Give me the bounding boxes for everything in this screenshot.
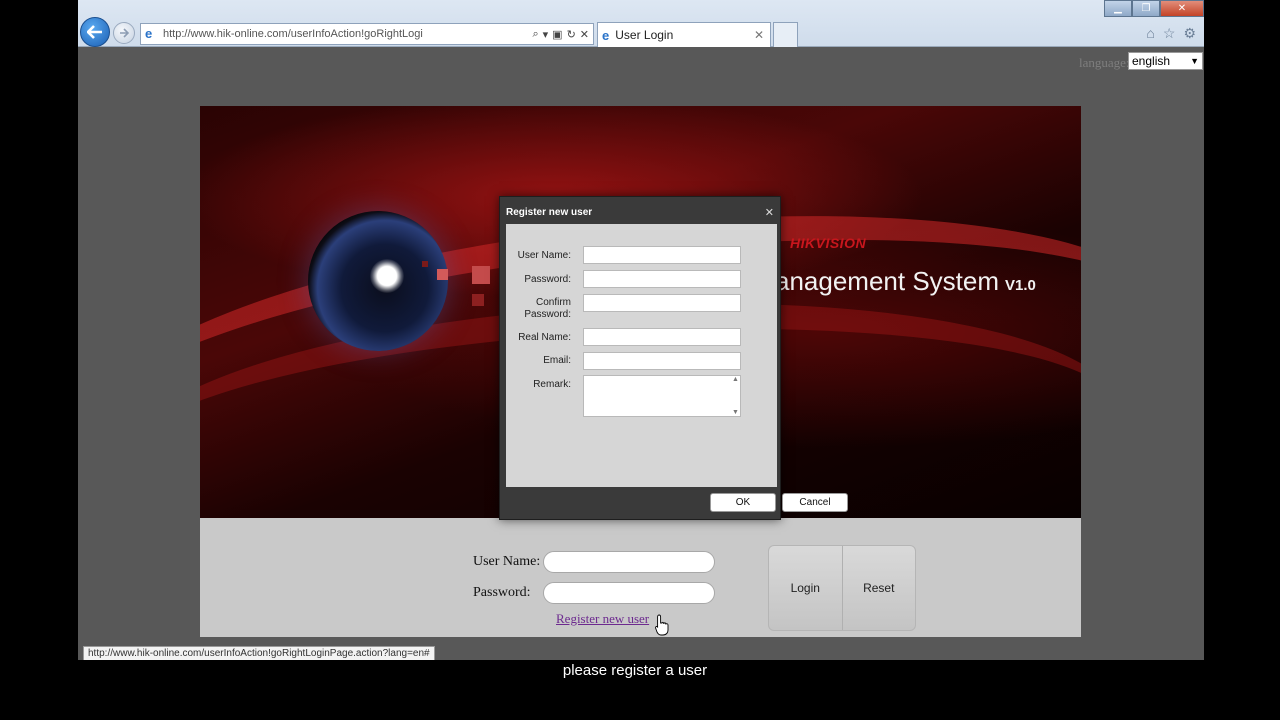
forward-button[interactable] [113, 22, 135, 44]
confirm-field-label: Confirm Password: [524, 297, 571, 321]
language-label: language: [1079, 55, 1130, 70]
hand-cursor-icon [655, 614, 669, 636]
search-icon[interactable]: ⌕ [532, 28, 538, 41]
minimize-button[interactable]: ▁ [1104, 0, 1132, 17]
restore-button[interactable]: ❐ [1132, 0, 1160, 17]
dropdown-arrow-icon: ▼ [1190, 56, 1199, 66]
close-icon[interactable]: ✕ [765, 206, 774, 219]
register-link[interactable]: Register new user [556, 611, 649, 627]
lens-highlight [370, 259, 404, 293]
password-field-label: Password: [524, 274, 571, 285]
remark-scrollbar[interactable]: ▲ ▼ [731, 376, 740, 416]
cancel-button[interactable]: Cancel [782, 493, 848, 512]
gear-icon[interactable]: ⚙ [1183, 25, 1196, 42]
decor-square [472, 294, 484, 306]
register-remark-textarea[interactable]: ▲ ▼ [583, 375, 741, 417]
register-realname-input[interactable] [583, 328, 741, 346]
register-password-input[interactable] [583, 270, 741, 288]
username-label: User Name: [473, 554, 541, 569]
language-value: english [1132, 54, 1171, 68]
dialog-title: Register new user [506, 207, 593, 218]
arrow-left-icon [87, 25, 102, 39]
register-confirm-password-input[interactable] [583, 294, 741, 312]
login-button[interactable]: Login [769, 546, 843, 630]
system-title: anagement System V1.0 [775, 266, 1036, 297]
register-username-input[interactable] [583, 246, 741, 264]
compatibility-icon[interactable]: ▣ [552, 28, 562, 41]
hikvision-logo: HIKVISION [790, 235, 867, 251]
new-tab-button[interactable] [773, 22, 798, 47]
realname-field-label: Real Name: [518, 332, 571, 343]
ie-icon: e [602, 27, 610, 43]
register-email-input[interactable] [583, 352, 741, 370]
video-caption: please register a user [562, 662, 708, 679]
password-input[interactable] [543, 582, 715, 604]
close-tab-icon[interactable]: ✕ [754, 28, 764, 42]
browser-window: e http://www.hik-online.com/userInfoActi… [78, 0, 1204, 660]
confirm-label-line2: Password: [524, 309, 571, 320]
confirm-label-line1: Confirm [535, 297, 571, 308]
address-url[interactable]: http://www.hik-online.com/userInfoAction… [163, 28, 528, 40]
chevron-down-icon[interactable]: ▾ [543, 28, 549, 41]
login-panel: User Name: Password: Register new user L… [200, 518, 1081, 637]
language-select[interactable]: english ▼ [1128, 52, 1203, 70]
window-close-button[interactable]: ✕ [1160, 0, 1204, 17]
home-icon[interactable]: ⌂ [1146, 25, 1154, 42]
register-dialog: Register new user ✕ User Name: Password:… [499, 196, 848, 520]
email-field-label: Email: [543, 355, 571, 366]
decor-square [472, 266, 490, 284]
password-label: Password: [473, 585, 531, 600]
tab-title: User Login [615, 28, 674, 42]
tab-user-login[interactable]: e User Login ✕ [597, 22, 771, 47]
ie-icon: e [145, 26, 153, 41]
system-title-text: anagement System [775, 266, 1000, 296]
remark-field-label: Remark: [533, 379, 571, 390]
scroll-down-icon[interactable]: ▼ [732, 409, 739, 416]
refresh-icon[interactable]: ↻ [567, 28, 576, 41]
decor-square [437, 269, 448, 280]
username-input[interactable] [543, 551, 715, 573]
stop-icon[interactable]: ✕ [580, 28, 589, 41]
browser-toolbar: e http://www.hik-online.com/userInfoActi… [78, 0, 1204, 47]
arrow-right-icon [120, 28, 129, 38]
login-button-group: Login Reset [768, 545, 916, 631]
address-bar[interactable]: e http://www.hik-online.com/userInfoActi… [140, 23, 594, 45]
username-field-label: User Name: [517, 250, 571, 261]
system-version: V1.0 [1005, 277, 1036, 294]
scroll-up-icon[interactable]: ▲ [732, 376, 739, 383]
star-icon[interactable]: ☆ [1163, 25, 1176, 42]
dialog-body: User Name: Password: Confirm Password: Re… [506, 224, 777, 487]
status-bar-url: http://www.hik-online.com/userInfoAction… [83, 646, 435, 660]
back-button[interactable] [80, 17, 110, 47]
reset-button[interactable]: Reset [843, 546, 916, 630]
decor-square [422, 261, 428, 267]
ok-button[interactable]: OK [710, 493, 776, 512]
